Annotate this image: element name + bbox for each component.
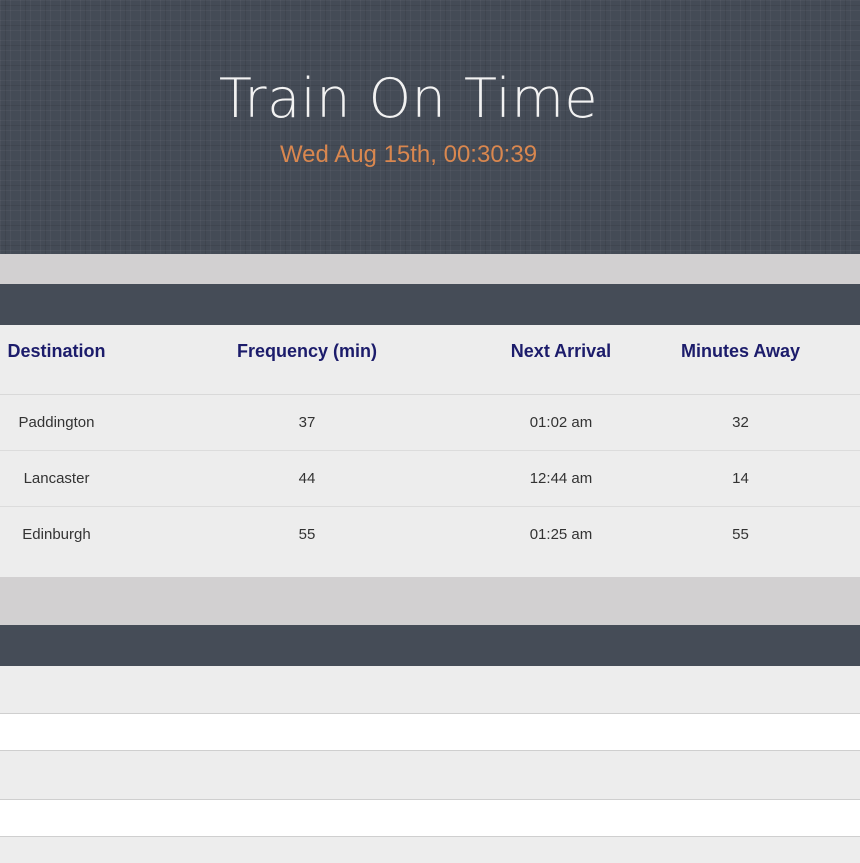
spacer-band	[0, 254, 860, 284]
column-header-next-arrival: Next Arrival	[501, 325, 621, 395]
cell-destination: Lancaster	[0, 450, 113, 507]
cell-destination: Edinburgh	[22, 526, 91, 543]
cell-next-arrival: 12:44 am	[501, 450, 621, 507]
column-header-minutes-away: Minutes Away	[621, 325, 860, 395]
table-header-row: Destination Frequency (min) Next Arrival…	[0, 325, 860, 395]
table-row: Lancaster 44 12:44 am 14	[0, 450, 860, 507]
spacer-band	[0, 577, 860, 625]
table-bottom-padding	[0, 562, 860, 577]
current-time: Wed Aug 15th, 00:30:39	[279, 141, 538, 168]
cell-minutes-away: 55	[732, 526, 749, 543]
cell-frequency: 44	[113, 450, 501, 507]
cell-frequency: 55	[298, 526, 316, 543]
column-header-destination: Destination	[0, 325, 113, 395]
form-row	[0, 800, 860, 837]
add-train-panel-header	[0, 625, 860, 666]
page-title: Train On Time	[218, 67, 599, 130]
hero-banner: Train On Time Wed Aug 15th, 00:30:39	[0, 0, 860, 254]
schedule-panel-header	[0, 284, 860, 325]
train-schedule-table: Destination Frequency (min) Next Arrival…	[0, 325, 860, 562]
form-row	[0, 714, 860, 751]
cell-next-arrival: 01:02 am	[501, 394, 621, 451]
cell-frequency: 37	[113, 394, 501, 451]
add-train-panel	[0, 666, 860, 863]
table-row: Paddington 37 01:02 am 32	[0, 394, 860, 451]
cell-destination: Paddington	[0, 394, 113, 451]
cell-next-arrival: 01:25 am	[529, 526, 593, 543]
form-row	[0, 751, 860, 800]
cell-minutes-away: 14	[621, 450, 860, 507]
schedule-panel: Destination Frequency (min) Next Arrival…	[0, 325, 860, 577]
form-row	[0, 837, 860, 863]
table-row: Edinburgh 55 01:25 am 55	[0, 507, 860, 563]
cell-minutes-away: 32	[621, 394, 860, 451]
column-header-frequency: Frequency (min)	[113, 325, 501, 395]
form-row	[0, 666, 860, 714]
